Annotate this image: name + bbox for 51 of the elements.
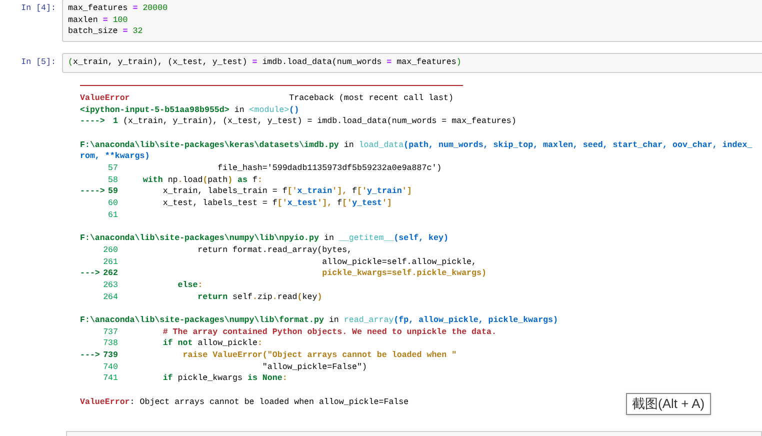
code-cell-input[interactable]: max_features = 20000 maxlen = 100 batch_size = 32 xyxy=(62,0,762,42)
code-line: return format.read_array(bytes, xyxy=(196,244,352,257)
line-number: 738 xyxy=(103,338,118,350)
line-number: 260 xyxy=(103,244,118,257)
code-line: (x_train, y_train), (x_test, y_test) = imdb.load_data(num_words = max_features) xyxy=(122,116,516,128)
line-number: 264 xyxy=(103,292,118,304)
current-line-arrow: ----> xyxy=(80,187,105,196)
line-number: 59 xyxy=(108,186,118,198)
code-line: raise ValueError("Object arrays cannot be loaded when " xyxy=(182,350,457,362)
code-line: with np.load(path) as f: xyxy=(142,174,262,186)
frame-header: <ipython-input-5-b51aa98b955d> in <module>() xyxy=(80,104,300,116)
frame-header: F:\anaconda\lib\site-packages\numpy\lib\format.py in read_array(fp, allow_pickle, pickle_kwargs) xyxy=(80,314,558,327)
line-number: 57 xyxy=(108,163,118,175)
traceback-title: ValueError Traceback (most recent call last) xyxy=(80,92,454,105)
cell-prompt: In [4]: xyxy=(20,3,57,15)
line-number: 263 xyxy=(103,280,118,292)
error-message: ValueError: Object arrays cannot be loaded when allow_pickle=False xyxy=(80,396,409,408)
code-line: # The array contained Python objects. We need to unpickle the data. xyxy=(162,326,496,338)
frame-header: rom, **kwargs) xyxy=(80,151,150,163)
code-line: else: xyxy=(176,280,203,292)
code-line: maxlen = 100 xyxy=(68,14,128,26)
line-number: 61 xyxy=(108,210,118,222)
code-line: pickle_kwargs=self.pickle_kwargs) xyxy=(321,268,486,280)
code-line: batch_size = 32 xyxy=(68,26,143,38)
code-line: max_features = 20000 xyxy=(68,3,168,15)
line-number: 262 xyxy=(103,268,118,280)
cell-prompt: In [5]: xyxy=(20,57,57,70)
tooltip: 截图(Alt + A) xyxy=(626,393,711,415)
code-line: if pickle_kwargs is None: xyxy=(162,373,288,386)
code-line: "allow_pickle=False") xyxy=(261,362,367,374)
line-number: 58 xyxy=(108,174,118,186)
line-number: 737 xyxy=(103,326,118,338)
code-line: (x_train, y_train), (x_test, y_test) = imdb.load_data(num_words = max_features) xyxy=(68,57,462,69)
code-line: if not allow_pickle: xyxy=(162,338,262,350)
line-number: 261 xyxy=(103,256,118,268)
line-number: 1 xyxy=(113,116,118,128)
code-line: file_hash='599dadb1135973df5b59232a0e9a887c') xyxy=(216,163,442,175)
code-cell-input[interactable]: (x_train, y_train), (x_test, y_test) = imdb.load_data(num_words = max_features) xyxy=(62,53,762,73)
code-line: x_train, labels_train = f['x_train'], f['y_train'] xyxy=(162,186,412,198)
current-line-arrow: ----> xyxy=(80,117,105,126)
code-line: x_test, labels_test = f['x_test'], f['y_test'] xyxy=(162,198,392,210)
frame-header: F:\anaconda\lib\site-packages\keras\datasets\imdb.py in load_data(path, num_words, skip_top, maxlen, seed, start_char, oov_char, index_ xyxy=(80,140,752,152)
line-number: 741 xyxy=(103,373,118,386)
line-number: 739 xyxy=(103,350,118,362)
line-number: 740 xyxy=(103,362,118,374)
code-line: allow_pickle=self.allow_pickle, xyxy=(321,256,477,268)
current-line-arrow: ---> xyxy=(80,269,100,278)
code-line: return self.zip.read(key) xyxy=(196,292,322,304)
frame-header: F:\anaconda\lib\site-packages\numpy\lib\npyio.py in __getitem__(self, key) xyxy=(80,233,448,245)
line-number: 60 xyxy=(108,198,118,210)
current-line-arrow: ---> xyxy=(80,351,100,360)
